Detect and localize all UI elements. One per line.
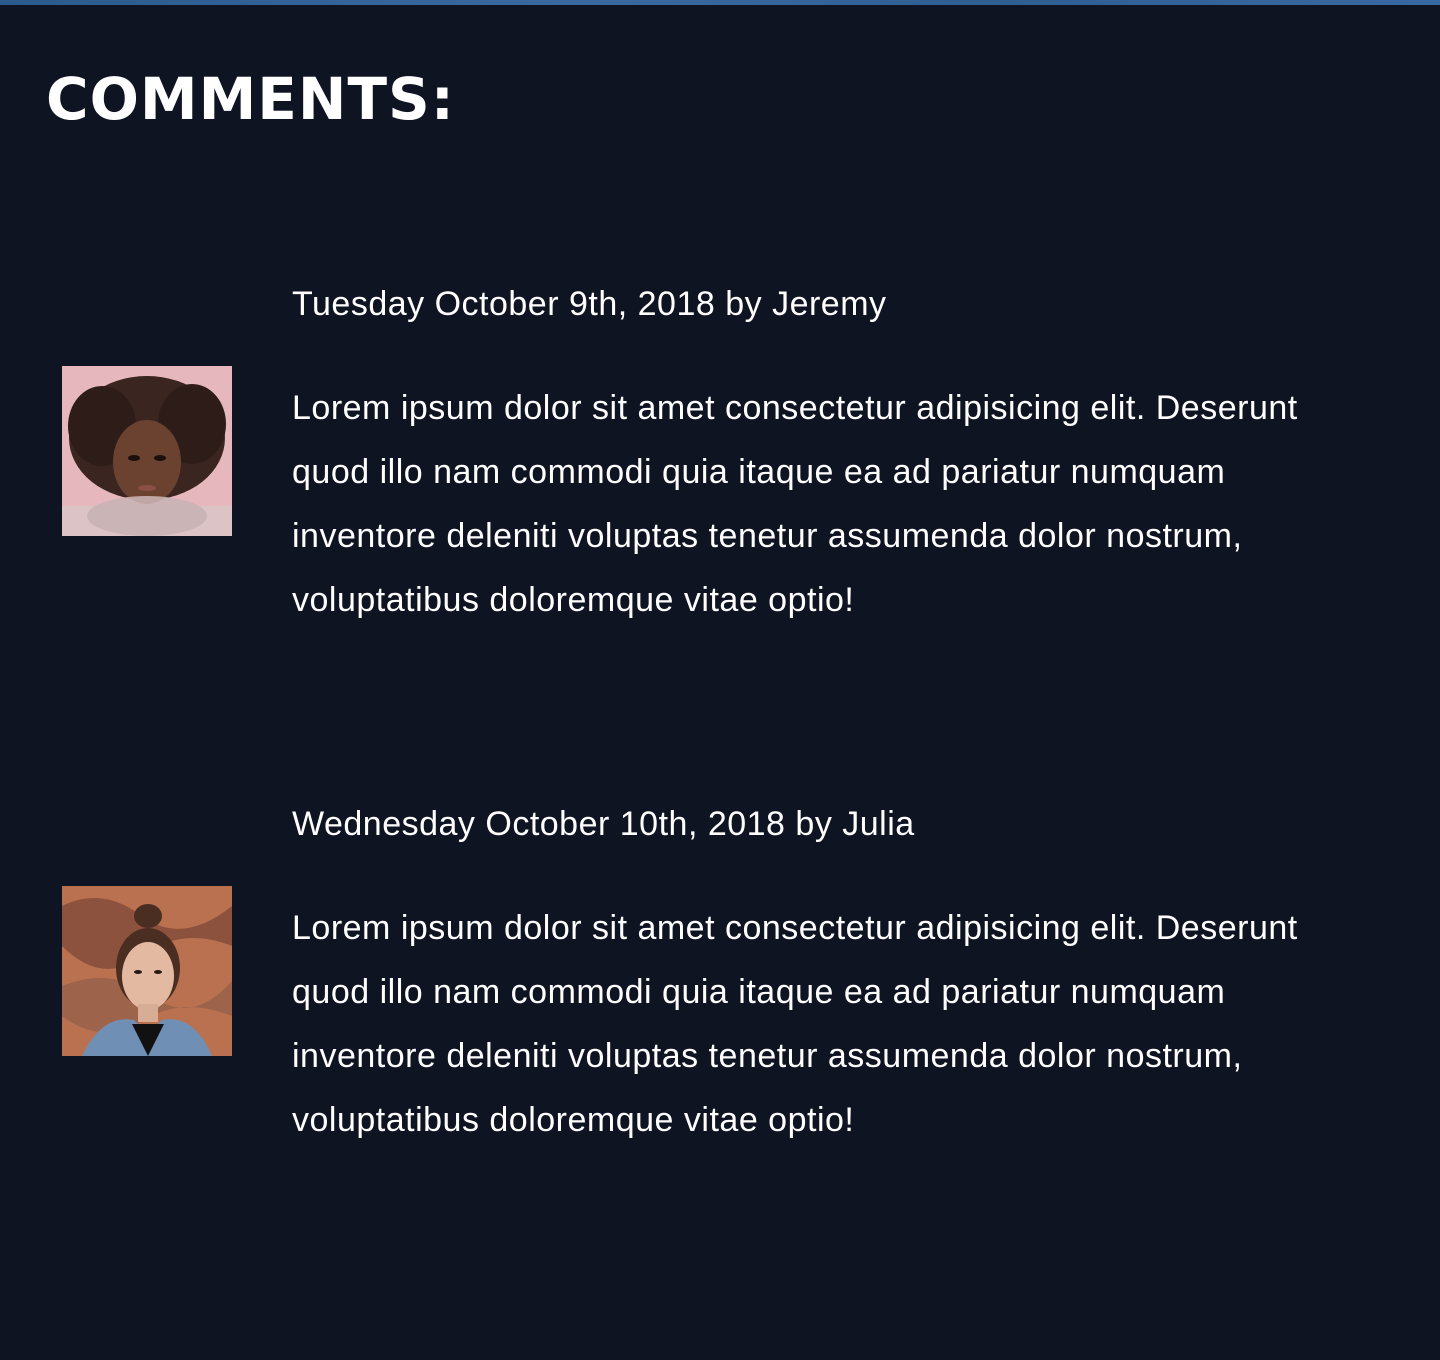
comment-text: Lorem ipsum dolor sit amet consectetur a… [292, 909, 1298, 1139]
commenter-avatar [62, 886, 232, 1056]
comment-text: Lorem ipsum dolor sit amet consectetur a… [292, 389, 1298, 619]
comment-meta: Tuesday October 9th, 2018 by Jeremy [292, 285, 887, 323]
top-accent-strip [0, 0, 1440, 5]
comment-meta: Wednesday October 10th, 2018 by Julia [292, 805, 915, 843]
commenter-avatar [62, 366, 232, 536]
comments-heading: COMMENTS: [46, 65, 455, 133]
